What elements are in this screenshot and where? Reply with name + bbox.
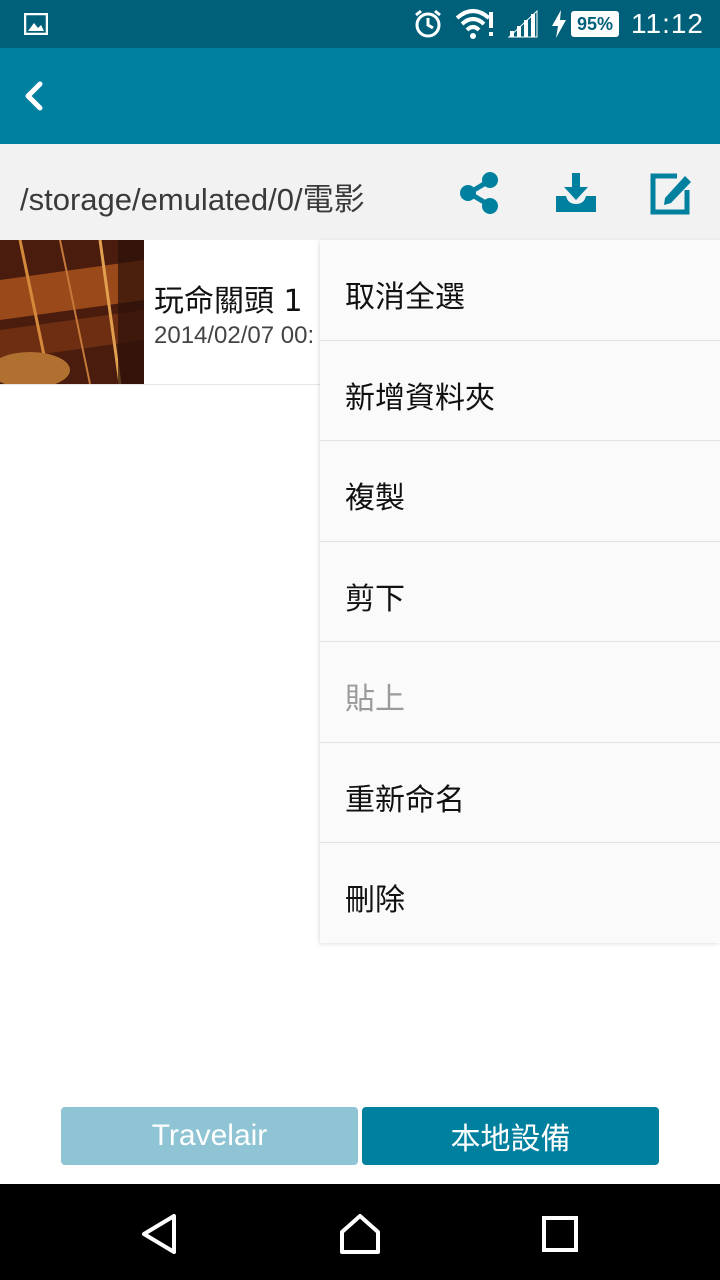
menu-item-label: 新增資料夾	[345, 380, 495, 416]
download-icon[interactable]	[553, 170, 599, 216]
battery-indicator: 95%	[551, 10, 619, 38]
navigation-bar	[0, 1184, 720, 1280]
back-nav-icon[interactable]	[138, 1212, 182, 1256]
menu-item-delete[interactable]: 刪除	[320, 843, 720, 944]
home-nav-icon[interactable]	[338, 1212, 382, 1256]
menu-item-rename[interactable]: 重新命名	[320, 743, 720, 843]
status-bar: 95% 11:12	[0, 0, 720, 48]
menu-item-cut[interactable]: 剪下	[320, 542, 720, 642]
tab-travelair[interactable]: Travelair	[61, 1107, 358, 1165]
path-bar: /storage/emulated/0/電影	[0, 144, 720, 240]
menu-item-copy[interactable]: 複製	[320, 441, 720, 542]
menu-item-label: 複製	[345, 481, 405, 516]
app-bar	[0, 48, 720, 144]
menu-item-label: 重新命名	[345, 782, 465, 818]
gallery-icon	[24, 13, 48, 35]
edit-icon[interactable]	[647, 170, 693, 216]
menu-item-paste: 貼上	[320, 642, 720, 743]
video-thumbnail	[0, 240, 144, 384]
wifi-icon	[455, 9, 493, 39]
menu-item-deselect-all[interactable]: 取消全選	[320, 240, 720, 341]
clock: 11:12	[631, 8, 704, 39]
alarm-icon	[415, 9, 441, 38]
file-title: 玩命關頭 1	[154, 284, 303, 319]
charging-icon	[551, 10, 566, 38]
chevron-left-icon[interactable]	[16, 76, 56, 116]
source-toggle: Travelair 本地設備	[61, 1107, 659, 1165]
tab-local-device[interactable]: 本地設備	[362, 1107, 659, 1165]
battery-level: 95%	[570, 11, 619, 37]
status-icons: 95% 11:12	[413, 0, 704, 48]
signal-icon	[507, 9, 538, 38]
file-date: 2014/02/07 00:	[154, 322, 315, 349]
menu-item-new-folder[interactable]: 新增資料夾	[320, 341, 720, 441]
recents-nav-icon[interactable]	[538, 1212, 582, 1256]
menu-item-label: 貼上	[345, 682, 405, 717]
menu-item-label: 取消全選	[345, 280, 465, 315]
menu-item-label: 剪下	[345, 581, 405, 617]
share-icon[interactable]	[456, 170, 502, 216]
menu-item-label: 刪除	[345, 883, 405, 918]
current-path: /storage/emulated/0/電影	[20, 182, 365, 217]
context-menu: 取消全選 新增資料夾 複製 剪下 貼上 重新命名 刪除	[320, 240, 720, 943]
